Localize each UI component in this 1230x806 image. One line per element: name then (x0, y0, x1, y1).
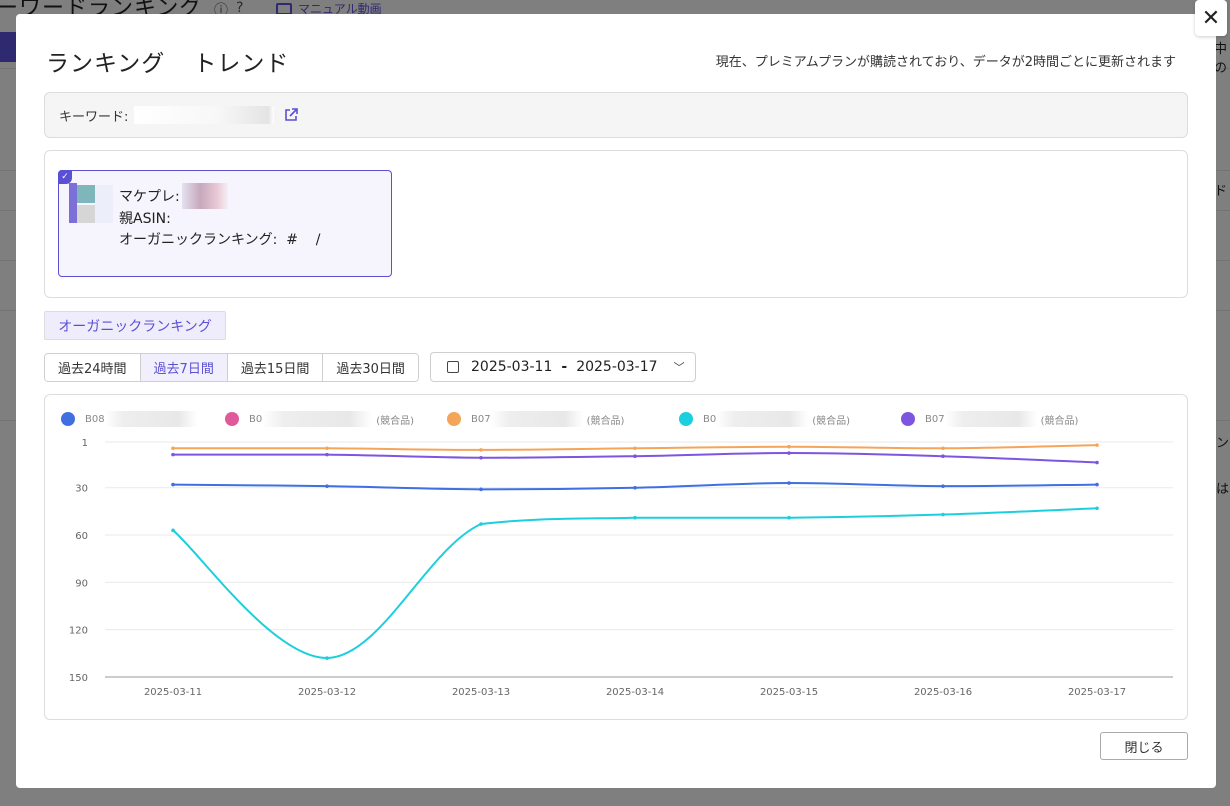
modal-title: ランキング トレンド (46, 44, 289, 78)
modal-title-trend: トレンド (193, 51, 290, 77)
close-button[interactable]: 閉じる (1100, 732, 1188, 760)
data-point (325, 656, 329, 660)
data-point (1095, 482, 1099, 487)
period-15d[interactable]: 過去15日間 (227, 354, 324, 381)
y-tick-label: 150 (69, 673, 88, 684)
marketplace-redacted (181, 183, 228, 209)
x-tick-label: 2025-03-14 (606, 687, 664, 698)
ranking-trend-modal: ランキング トレンド 現在、プレミアムプランが購読されており、データが2時間ごとに… (16, 14, 1216, 788)
data-point (479, 487, 483, 492)
chart-canvas: 1 30 60 90 120 150 2025-03-11 2025-03-12 2025-03… (69, 438, 1173, 698)
parent-asin-label: 親ASIN: (119, 211, 171, 227)
data-point (1095, 460, 1099, 465)
data-point (479, 455, 483, 460)
modal-title-ranking: ランキング (46, 51, 166, 77)
keyword-box: キーワード: (44, 92, 1188, 138)
product-image (69, 183, 113, 225)
data-point (941, 484, 945, 488)
data-point (941, 512, 945, 517)
period-30d[interactable]: 過去30日間 (323, 354, 418, 381)
y-tick-label: 1 (82, 438, 88, 449)
data-point (1095, 506, 1099, 511)
y-tick-label: 30 (75, 484, 88, 495)
data-point (633, 454, 637, 458)
data-point (787, 444, 791, 449)
y-tick-label: 60 (75, 531, 88, 542)
product-card[interactable]: ✓ マケプレ: 親ASIN: オーガニックランキング: # / (58, 170, 392, 277)
data-point (325, 446, 329, 451)
keyword-value-redacted (134, 106, 275, 124)
y-tick-label: 120 (69, 626, 88, 637)
date-range-picker[interactable]: 2025-03-11 - 2025-03-17 ﹀ (430, 352, 696, 382)
period-7d[interactable]: 過去7日間 (140, 354, 228, 381)
period-selector: 過去24時間 過去7日間 過去15日間 過去30日間 (44, 353, 419, 382)
check-icon: ✓ (58, 170, 72, 184)
keyword-label: キーワード: (59, 109, 129, 125)
x-tick-label: 2025-03-13 (452, 687, 510, 698)
organic-rank-label: オーガニックランキング: # / (119, 232, 321, 248)
x-tick-label: 2025-03-12 (298, 687, 356, 698)
data-point (325, 452, 329, 457)
period-24h[interactable]: 過去24時間 (45, 354, 141, 381)
series-line (172, 507, 1098, 660)
chevron-down-icon: ﹀ (673, 361, 685, 374)
data-point (787, 481, 791, 485)
product-info: マケプレ: 親ASIN: オーガニックランキング: # / (119, 183, 320, 251)
data-point (479, 522, 483, 526)
data-point (941, 446, 945, 451)
plan-notice: 現在、プレミアムプランが購読されており、データが2時間ごとに更新されます (715, 55, 1176, 70)
data-point (171, 482, 175, 487)
marketplace-label: マケプレ: (119, 189, 180, 205)
data-point (171, 446, 175, 451)
data-point (171, 528, 175, 533)
data-point (633, 485, 637, 490)
data-point (941, 454, 945, 458)
data-point (633, 515, 637, 520)
x-tick-label: 2025-03-17 (1068, 687, 1126, 698)
ranking-chart: B08 B0 (競合品) B07 (競合品) B0 (競合品) B07 (競合品) 1 30 60 9… (44, 394, 1188, 720)
date-from: 2025-03-11 (471, 359, 553, 375)
y-tick-label: 90 (75, 578, 88, 589)
date-to: 2025-03-17 (576, 359, 658, 375)
x-tick-label: 2025-03-11 (144, 687, 202, 698)
x-tick-label: 2025-03-15 (760, 687, 818, 698)
data-point (633, 446, 637, 451)
x-tick-label: 2025-03-16 (914, 687, 972, 698)
external-link-icon[interactable] (284, 108, 299, 122)
close-icon[interactable]: ✕ (1195, 0, 1227, 36)
data-point (171, 452, 175, 457)
data-point (787, 451, 791, 455)
calendar-icon (447, 361, 459, 373)
product-list: ✓ マケプレ: 親ASIN: オーガニックランキング: # / (44, 150, 1188, 298)
data-point (325, 484, 329, 488)
tab-organic-ranking[interactable]: オーガニックランキング (44, 311, 226, 340)
data-point (787, 515, 791, 520)
data-point (479, 448, 483, 452)
data-point (1095, 443, 1099, 447)
